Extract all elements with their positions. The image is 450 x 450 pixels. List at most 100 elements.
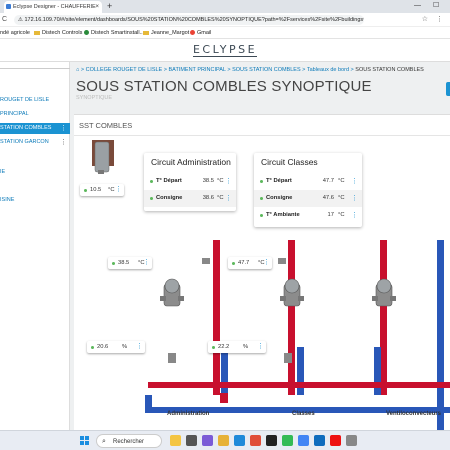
task-view-icon[interactable] [186,435,197,446]
bookmark-item[interactable]: ndé agricole [0,27,30,39]
sidebar: ROUGET DE LISLE PRINCIPAL STATION COMBLE… [0,62,70,430]
page-subtitle: SYNOPTIQUE [76,95,113,101]
circuit-label-administration: Administration [167,411,210,417]
kebab-menu-icon[interactable]: ⋮ [351,173,358,190]
status-ok-icon [260,214,263,217]
three-way-valve-icon [280,278,304,307]
circuit-administration-card: Circuit Administration T° Départ 38.5 °C… [144,153,236,211]
new-tab-button[interactable]: + [107,0,112,12]
taskbar-search[interactable]: ⌕ Rechercher [96,434,162,448]
teams-icon[interactable] [202,435,213,446]
minimize-button[interactable]: — [414,0,421,12]
settings-icon[interactable] [346,435,357,446]
eclypse-favicon-icon [6,4,11,9]
breadcrumb-current: SOUS STATION COMBLES [355,67,424,73]
logo-underline [193,56,257,57]
distech-icon [84,29,89,35]
store-icon[interactable] [250,435,261,446]
sidebar-item-isine[interactable]: ISINE [0,195,70,206]
kebab-menu-icon[interactable]: ⋮ [225,190,232,207]
status-ok-icon [112,261,115,265]
chrome-icon[interactable] [298,435,309,446]
card-row[interactable]: T° Ambiante 17 °C ⋮ [254,207,362,224]
kebab-menu-icon[interactable]: ⋮ [225,173,232,190]
kebab-menu-icon[interactable]: ⋮ [60,123,67,134]
sidebar-item-rouget-de-lisle[interactable]: ROUGET DE LISLE [0,95,70,106]
sidebar-item-station-combles[interactable]: STATION COMBLES ⋮ [0,123,70,134]
classes-supply-temperature-chip[interactable]: 47.7 °C ⋮ [228,257,272,269]
kebab-menu-icon[interactable]: ⋮ [143,257,150,269]
card-row[interactable]: Consigne 47.6 °C ⋮ [254,190,362,207]
screen: Eclypse Designer - CHAUFFERIE × + — ☐ C … [0,0,450,450]
address-bar-row: C ⚠ 172.16.109.70/#/site/element/dashboa… [0,13,450,27]
widgets-icon[interactable] [170,435,181,446]
browser-menu-icon[interactable]: ☆ ⋮ [422,13,446,27]
breadcrumb-item[interactable]: BATIMENT PRINCIPAL [169,67,226,73]
bookmark-item[interactable]: Gmail [190,27,211,39]
kebab-menu-icon[interactable]: ⋮ [351,207,358,224]
breadcrumb-item[interactable]: COLLEGE ROUGET DE LISLE [86,67,163,73]
circuit-label-classes: Classes [292,411,315,417]
status-ok-icon [232,261,235,265]
outdoor-sensor-icon [92,140,114,174]
app-icon[interactable] [282,435,293,446]
app-icon[interactable] [330,435,341,446]
card-title: Circuit Classes [261,157,318,167]
folder-icon [34,30,40,35]
url-field[interactable]: ⚠ 172.16.109.70/#/site/element/dashboard… [14,15,364,25]
breadcrumb-item[interactable]: SOUS STATION COMBLES [232,67,301,73]
sidebar-divider [0,68,70,69]
kebab-menu-icon[interactable]: ⋮ [136,341,143,353]
kebab-menu-icon[interactable]: ⋮ [351,190,358,207]
sidebar-item-ie[interactable]: IE [0,167,70,178]
kebab-menu-icon[interactable]: ⋮ [115,184,122,196]
kebab-menu-icon[interactable]: ⋮ [60,137,67,148]
close-tab-icon[interactable]: × [95,1,99,13]
classes-valve-position-chip[interactable]: 22.2 % ⋮ [208,341,266,353]
admin-valve-position-chip[interactable]: 20.6 % ⋮ [87,341,145,353]
breadcrumb: ⌂ > COLLEGE ROUGET DE LISLE > BATIMENT P… [76,67,424,73]
outlook-icon[interactable] [314,435,325,446]
status-ok-icon [84,188,87,192]
main-content: ⌂ > COLLEGE ROUGET DE LISLE > BATIMENT P… [70,62,450,434]
admin-supply-temperature-chip[interactable]: 38.5 °C ⋮ [108,257,152,269]
app-icon[interactable] [266,435,277,446]
bookmark-item[interactable]: Jeanne_Margot [143,27,189,39]
breadcrumb-item[interactable]: Tableaux de bord [307,67,349,73]
eclypse-logo: ECLYPSE [192,43,258,56]
bookmarks-bar: ndé agricole Distech Controls Distech Sm… [0,27,450,39]
maximize-button[interactable]: ☐ [433,0,439,12]
kebab-menu-icon[interactable]: ⋮ [263,257,270,269]
home-icon[interactable]: ⌂ [76,67,79,73]
reload-icon[interactable]: C [2,13,7,27]
sidebar-item-principal[interactable]: PRINCIPAL [0,109,70,120]
app-header: ECLYPSE [0,40,450,62]
three-way-valve-icon [372,278,396,307]
bookmark-item[interactable]: Distech Smartinstall... [84,27,144,39]
side-panel-toggle-button[interactable] [446,82,450,96]
kebab-menu-icon[interactable]: ⋮ [257,341,264,353]
card-row[interactable]: Consigne 38.6 °C ⋮ [144,190,236,207]
card-row[interactable]: T° Départ 47.7 °C ⋮ [254,173,362,190]
status-ok-icon [91,345,94,349]
three-way-valve-icon [160,278,184,307]
status-ok-icon [150,180,153,183]
card-title: Circuit Administration [151,157,231,167]
browser-tab[interactable]: Eclypse Designer - CHAUFFERIE × [4,1,102,13]
browser-titlebar: Eclypse Designer - CHAUFFERIE × + — ☐ [0,0,450,13]
synoptic-panel: SST COMBLES 10.5 °C ⋮ Circuit Administra… [74,114,450,434]
outdoor-temperature-chip[interactable]: 10.5 °C ⋮ [80,184,124,196]
search-icon: ⌕ [102,438,106,445]
status-ok-icon [260,197,263,200]
edge-icon[interactable] [234,435,245,446]
sidebar-item-station-garcon[interactable]: STATION GARCON ⋮ [0,137,70,148]
status-ok-icon [150,197,153,200]
google-icon [190,29,195,35]
taskbar: ⌕ Rechercher [0,430,450,450]
windows-start-icon[interactable] [80,436,90,446]
status-ok-icon [260,180,263,183]
bookmark-item[interactable]: Distech Controls [34,27,82,39]
page-title: SOUS STATION COMBLES SYNOPTIQUE [76,78,372,95]
file-explorer-icon[interactable] [218,435,229,446]
card-row[interactable]: T° Départ 38.5 °C ⋮ [144,173,236,190]
